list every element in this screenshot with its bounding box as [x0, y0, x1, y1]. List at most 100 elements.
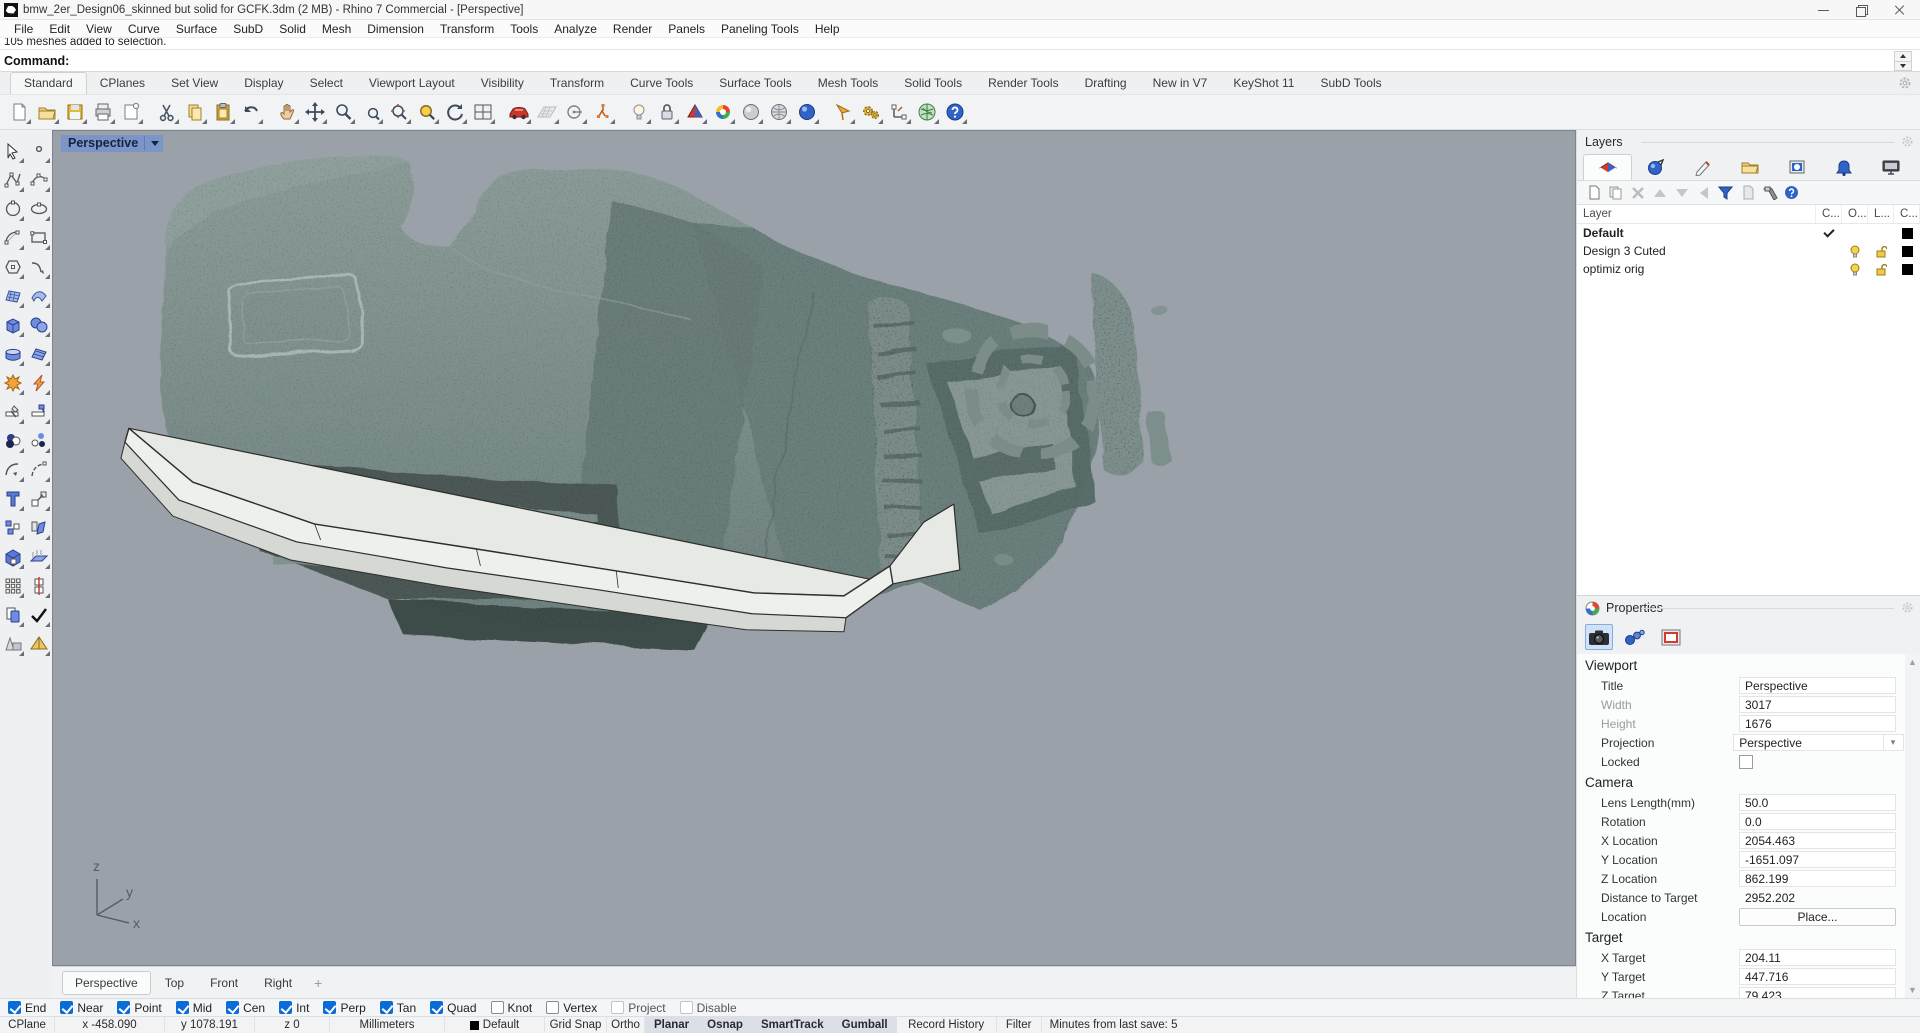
- cen-checkbox[interactable]: [226, 1001, 239, 1014]
- menu-help[interactable]: Help: [807, 22, 848, 36]
- surface-sweep-tool-button[interactable]: [26, 281, 51, 310]
- zoom-selected-button[interactable]: [414, 99, 440, 125]
- ring-surface-tool-button[interactable]: [0, 339, 25, 368]
- zoom-dynamic-button[interactable]: [386, 99, 412, 125]
- tab-new-in-v7[interactable]: New in V7: [1140, 73, 1221, 94]
- spinner-down-icon[interactable]: [1895, 62, 1911, 71]
- menu-curve[interactable]: Curve: [120, 22, 168, 36]
- tab-display[interactable]: Display: [231, 73, 296, 94]
- tab-solid-tools[interactable]: Solid Tools: [891, 73, 975, 94]
- end-checkbox[interactable]: [8, 1001, 21, 1014]
- menu-view[interactable]: View: [78, 22, 120, 36]
- layer-row-default[interactable]: Default: [1577, 224, 1920, 242]
- layer-color-swatch[interactable]: [1894, 246, 1920, 257]
- menu-paneling-tools[interactable]: Paneling Tools: [713, 22, 807, 36]
- print-button[interactable]: [90, 99, 116, 125]
- rotation-field[interactable]: 0.0: [1739, 813, 1896, 830]
- dot-group-tool-button[interactable]: [26, 426, 51, 455]
- x-target-field[interactable]: 204.11: [1739, 949, 1896, 966]
- knot-checkbox[interactable]: [491, 1001, 504, 1014]
- named-view-button[interactable]: [506, 99, 532, 125]
- viewport-tab-right[interactable]: Right: [252, 972, 304, 994]
- disable-checkbox[interactable]: [680, 1001, 693, 1014]
- quad-checkbox[interactable]: [430, 1001, 443, 1014]
- project-checkbox[interactable]: [611, 1001, 624, 1014]
- trim-tool-button[interactable]: [0, 397, 25, 426]
- menu-analyze[interactable]: Analyze: [546, 22, 605, 36]
- paste-button[interactable]: [210, 99, 236, 125]
- close-button[interactable]: [1894, 4, 1906, 16]
- place-button[interactable]: Place...: [1739, 908, 1896, 926]
- menu-surface[interactable]: Surface: [168, 22, 225, 36]
- save-button[interactable]: [62, 99, 88, 125]
- tab-mesh-tools[interactable]: Mesh Tools: [805, 73, 891, 94]
- properties-gear-icon[interactable]: [1901, 601, 1914, 614]
- tab-subd-tools[interactable]: SubD Tools: [1307, 73, 1394, 94]
- current-layer-check-icon[interactable]: [1816, 232, 1842, 235]
- move-view-button[interactable]: [302, 99, 328, 125]
- tan-checkbox[interactable]: [380, 1001, 393, 1014]
- bumper-3d-model[interactable]: [53, 131, 1575, 965]
- tab-transform[interactable]: Transform: [537, 73, 617, 94]
- tab-standard[interactable]: Standard: [10, 72, 87, 94]
- zoom-button[interactable]: [330, 99, 356, 125]
- arc-tool-button[interactable]: [0, 223, 25, 252]
- tab-drafting[interactable]: Drafting: [1072, 73, 1140, 94]
- osnap-end[interactable]: End: [8, 1001, 46, 1015]
- viewport-tab-perspective[interactable]: Perspective: [62, 971, 151, 995]
- select-tool-button[interactable]: [0, 136, 25, 165]
- layers-gear-icon[interactable]: [1901, 135, 1914, 148]
- width-field[interactable]: 3017: [1739, 696, 1896, 713]
- layer-page-button[interactable]: [1739, 184, 1756, 201]
- rendering-tab[interactable]: [1632, 154, 1679, 180]
- pyramid-tool-button[interactable]: [26, 629, 51, 658]
- layer-color-swatch[interactable]: [1894, 228, 1920, 239]
- layer-up-button[interactable]: [1651, 184, 1668, 201]
- osnap-perp[interactable]: Perp: [323, 1001, 365, 1015]
- minimize-button[interactable]: [1818, 4, 1830, 16]
- menu-panels[interactable]: Panels: [660, 22, 713, 36]
- copy-pages-tool-button[interactable]: [0, 600, 25, 629]
- command-history-spinner[interactable]: [1894, 51, 1912, 71]
- lock-button[interactable]: [654, 99, 680, 125]
- status-planar-toggle[interactable]: Planar: [645, 1017, 698, 1033]
- viewport-frame-properties-tab[interactable]: [1657, 624, 1685, 650]
- open-button[interactable]: [34, 99, 60, 125]
- tab-set-view[interactable]: Set View: [158, 73, 231, 94]
- status-units[interactable]: Millimeters: [330, 1017, 445, 1033]
- viewport-menu-caret-icon[interactable]: [151, 141, 159, 146]
- explode-tool-button[interactable]: [0, 368, 25, 397]
- osnap-tan[interactable]: Tan: [380, 1001, 416, 1015]
- text-tool-button[interactable]: [0, 484, 25, 513]
- undo-button[interactable]: [238, 99, 264, 125]
- extrude-pins-tool-button[interactable]: [26, 542, 51, 571]
- layer-unlocked-icon[interactable]: [1868, 245, 1894, 258]
- layer-color-swatch[interactable]: [1894, 264, 1920, 275]
- menu-subd[interactable]: SubD: [225, 22, 271, 36]
- int-checkbox[interactable]: [279, 1001, 292, 1014]
- status-ortho-toggle[interactable]: Ortho: [607, 1017, 645, 1033]
- title-field[interactable]: Perspective: [1739, 677, 1896, 694]
- status-grid-snap-toggle[interactable]: Grid Snap: [545, 1017, 607, 1033]
- status-osnap-toggle[interactable]: Osnap: [698, 1017, 752, 1033]
- layers-help-button[interactable]: [1783, 184, 1800, 201]
- viewport-layout-button[interactable]: [470, 99, 496, 125]
- layer-row-optimiz-orig[interactable]: optimiz orig: [1577, 260, 1920, 278]
- viewport-title-menu[interactable]: Perspective: [61, 135, 163, 152]
- osnap-point[interactable]: Point: [117, 1001, 161, 1015]
- layer-filter-button[interactable]: [1717, 184, 1734, 201]
- grid-dots-tool-button[interactable]: [0, 571, 25, 600]
- point-tool-button[interactable]: [26, 136, 51, 165]
- status-active-layer[interactable]: Default: [445, 1017, 545, 1033]
- layers-tab[interactable]: [1583, 154, 1632, 180]
- menu-solid[interactable]: Solid: [271, 22, 314, 36]
- menu-file[interactable]: File: [6, 22, 41, 36]
- shaded-display-button[interactable]: [682, 99, 708, 125]
- sphere-wireframe-button[interactable]: [766, 99, 792, 125]
- menu-dimension[interactable]: Dimension: [359, 22, 432, 36]
- tab-keyshot[interactable]: KeyShot 11: [1220, 73, 1307, 94]
- spheres-tool-button[interactable]: [26, 310, 51, 339]
- menu-mesh[interactable]: Mesh: [314, 22, 359, 36]
- help-button[interactable]: [942, 99, 968, 125]
- cube-tool-button[interactable]: [0, 542, 25, 571]
